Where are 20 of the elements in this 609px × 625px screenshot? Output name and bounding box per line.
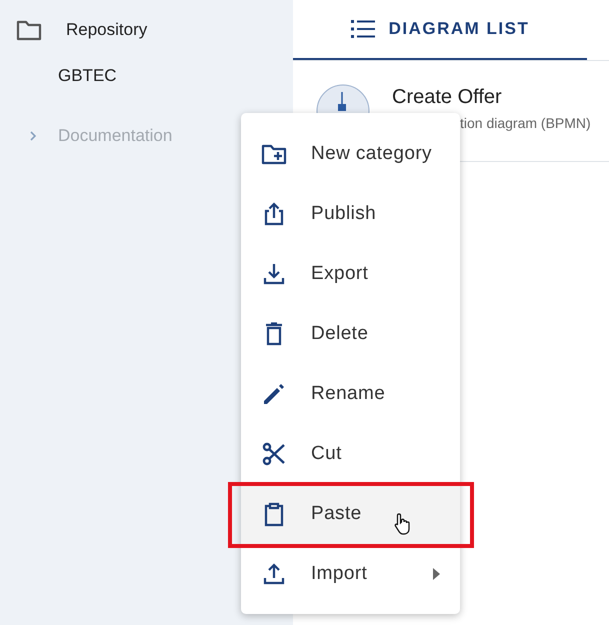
tree-item[interactable]: GBTEC	[58, 66, 117, 86]
download-icon	[261, 261, 287, 287]
tree-item[interactable]: Repository	[66, 20, 148, 40]
menu-item[interactable]: Import	[241, 544, 460, 604]
upload-icon	[261, 561, 287, 587]
menu-item[interactable]: Export	[241, 244, 460, 304]
menu-item[interactable]: Cut	[241, 424, 460, 484]
diagram-title: Create Offer	[392, 86, 503, 108]
list-icon	[350, 19, 375, 39]
hand-cursor-icon	[394, 512, 412, 536]
diagram-avatar-icon	[316, 84, 370, 113]
pencil-icon	[261, 381, 287, 407]
scissors-icon	[261, 441, 287, 467]
diagram-subtitle: tion diagram (BPMN)	[459, 114, 591, 130]
menu-item[interactable]: Rename	[241, 364, 460, 424]
diagram-list-tab[interactable]: DIAGRAM LIST	[293, 0, 587, 60]
menu-item[interactable]: Publish	[241, 184, 460, 244]
menu-item[interactable]: Paste	[241, 484, 460, 544]
menu-item[interactable]: Delete	[241, 304, 460, 364]
folder-icon	[16, 19, 42, 41]
